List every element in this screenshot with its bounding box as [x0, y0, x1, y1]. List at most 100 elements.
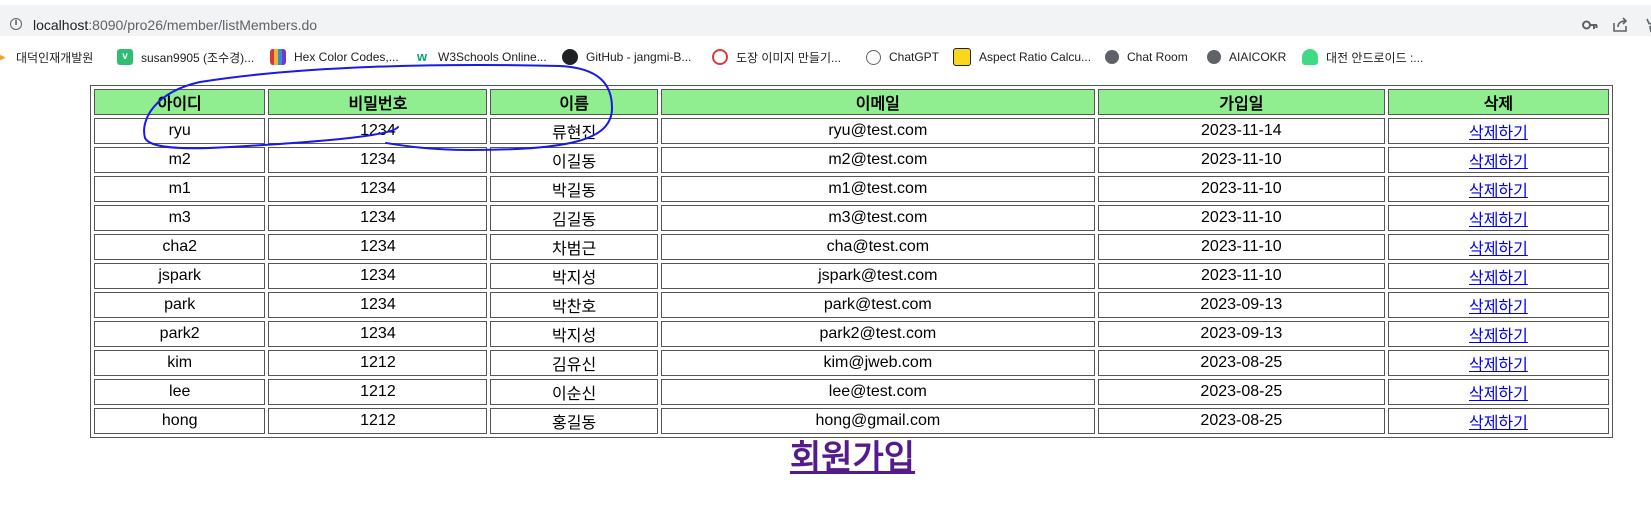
url-text[interactable]: localhost:8090/pro26/member/listMembers.… — [33, 17, 317, 33]
cell-delete: 삭제하기 — [1387, 292, 1609, 318]
cell-id: m1 — [94, 176, 266, 202]
cell-name: 김유신 — [490, 350, 658, 376]
bookmark-item[interactable]: ➤ 대덕인재개발원 — [0, 48, 93, 66]
url-pill[interactable]: i localhost:8090/pro26/member/listMember… — [0, 5, 1651, 36]
cell-id: park2 — [94, 321, 266, 347]
cell-name: 박지성 — [490, 263, 658, 289]
cell-password: 1234 — [268, 147, 488, 173]
table-row: m1 1234 박길동 m1@test.com 2023-11-10 삭제하기 — [94, 176, 1609, 202]
table-row: m3 1234 김길동 m3@test.com 2023-11-10 삭제하기 — [94, 205, 1609, 231]
table-row: lee 1212 이순신 lee@test.com 2023-08-25 삭제하… — [94, 379, 1609, 405]
color-book-icon — [270, 49, 286, 65]
bookmark-item[interactable]: ChatGPT — [866, 48, 939, 66]
cell-join-date: 2023-09-13 — [1097, 292, 1385, 318]
stamp-icon — [712, 49, 728, 65]
cell-join-date: 2023-11-10 — [1097, 234, 1385, 260]
cell-delete: 삭제하기 — [1387, 205, 1609, 231]
bookmark-item[interactable]: w W3Schools Online... — [414, 48, 547, 66]
cell-delete: 삭제하기 — [1387, 176, 1609, 202]
bookmark-star-icon[interactable] — [1640, 17, 1651, 33]
globe-icon — [1207, 50, 1221, 64]
table-row: jspark 1234 박지성 jspark@test.com 2023-11-… — [94, 263, 1609, 289]
cell-join-date: 2023-11-10 — [1097, 263, 1385, 289]
bookmark-item[interactable]: 대전 안드로이드 :... — [1302, 48, 1423, 66]
cell-email: ryu@test.com — [660, 118, 1095, 144]
bookmark-item[interactable]: v susan9905 (조수경)... — [117, 48, 254, 66]
bookmark-label: 대덕인재개발원 — [16, 50, 94, 65]
bookmarks-bar: ➤ 대덕인재개발원 v susan9905 (조수경)... Hex Color… — [0, 40, 1651, 73]
header-join-date: 가입일 — [1097, 89, 1385, 115]
table-row: park 1234 박찬호 park@test.com 2023-09-13 삭… — [94, 292, 1609, 318]
table-row: park2 1234 박지성 park2@test.com 2023-09-13… — [94, 321, 1609, 347]
delete-link[interactable]: 삭제하기 — [1469, 125, 1528, 142]
delete-link[interactable]: 삭제하기 — [1469, 357, 1528, 374]
cell-password: 1234 — [268, 176, 488, 202]
cell-name: 류현진 — [490, 118, 658, 144]
bookmark-label: 대전 안드로이드 :... — [1326, 50, 1424, 65]
delete-link[interactable]: 삭제하기 — [1469, 328, 1528, 345]
cell-id: ryu — [94, 118, 266, 144]
cell-password: 1234 — [268, 234, 488, 260]
cell-password: 1234 — [268, 292, 488, 318]
delete-link[interactable]: 삭제하기 — [1469, 212, 1528, 229]
cell-join-date: 2023-11-10 — [1097, 147, 1385, 173]
cell-name: 박지성 — [490, 321, 658, 347]
delete-link[interactable]: 삭제하기 — [1469, 241, 1528, 258]
bookmark-label: ChatGPT — [889, 50, 940, 64]
bookmark-item[interactable]: Hex Color Codes,... — [270, 48, 399, 66]
orange-flame-icon: ➤ — [0, 49, 8, 65]
bookmark-label: Aspect Ratio Calcu... — [979, 50, 1092, 64]
cell-id: m2 — [94, 147, 266, 173]
header-delete: 삭제 — [1387, 89, 1609, 115]
cell-join-date: 2023-11-10 — [1097, 176, 1385, 202]
cell-password: 1234 — [268, 263, 488, 289]
bookmark-label: 도장 이미지 만들기... — [736, 50, 841, 65]
bookmark-label: W3Schools Online... — [438, 50, 547, 64]
cell-delete: 삭제하기 — [1387, 350, 1609, 376]
header-password: 비밀번호 — [268, 89, 488, 115]
cell-delete: 삭제하기 — [1387, 147, 1609, 173]
cell-password: 1234 — [268, 321, 488, 347]
cell-email: m1@test.com — [660, 176, 1095, 202]
bookmark-label: Hex Color Codes,... — [294, 50, 399, 64]
key-icon[interactable] — [1582, 18, 1598, 32]
signup-link[interactable]: 회원가입 — [0, 430, 1651, 479]
cell-name: 박찬호 — [490, 292, 658, 318]
cell-id: cha2 — [94, 234, 266, 260]
cell-join-date: 2023-08-25 — [1097, 350, 1385, 376]
url-host: localhost — [33, 17, 89, 33]
table-row: m2 1234 이길동 m2@test.com 2023-11-10 삭제하기 — [94, 147, 1609, 173]
bookmark-item[interactable]: Aspect Ratio Calcu... — [953, 48, 1091, 66]
cell-email: cha@test.com — [660, 234, 1095, 260]
cell-id: jspark — [94, 263, 266, 289]
bookmark-item[interactable]: GitHub - jangmi-B... — [562, 48, 691, 66]
github-icon — [562, 49, 578, 65]
bookmark-item[interactable]: 도장 이미지 만들기... — [712, 48, 841, 66]
cell-id: m3 — [94, 205, 266, 231]
v-icon: v — [117, 49, 133, 65]
cell-email: m3@test.com — [660, 205, 1095, 231]
info-icon[interactable]: i — [10, 18, 22, 30]
aspect-ratio-icon — [953, 48, 971, 66]
cell-email: kim@jweb.com — [660, 350, 1095, 376]
table-row: kim 1212 김유신 kim@jweb.com 2023-08-25 삭제하… — [94, 350, 1609, 376]
cell-email: park2@test.com — [660, 321, 1095, 347]
bookmark-label: Chat Room — [1127, 50, 1188, 64]
delete-link[interactable]: 삭제하기 — [1469, 183, 1528, 200]
bookmark-item[interactable]: Chat Room — [1105, 48, 1188, 66]
address-bar: i localhost:8090/pro26/member/listMember… — [0, 0, 1651, 40]
header-id: 아이디 — [94, 89, 266, 115]
cell-password: 1234 — [268, 205, 488, 231]
bookmark-label: susan9905 (조수경)... — [141, 50, 255, 65]
cell-join-date: 2023-11-10 — [1097, 205, 1385, 231]
delete-link[interactable]: 삭제하기 — [1469, 270, 1528, 287]
share-icon[interactable] — [1612, 17, 1628, 33]
bookmark-item[interactable]: AIAICOKR — [1207, 48, 1286, 66]
delete-link[interactable]: 삭제하기 — [1469, 386, 1528, 403]
cell-name: 이순신 — [490, 379, 658, 405]
cell-join-date: 2023-11-14 — [1097, 118, 1385, 144]
delete-link[interactable]: 삭제하기 — [1469, 154, 1528, 171]
delete-link[interactable]: 삭제하기 — [1469, 299, 1528, 316]
cell-email: jspark@test.com — [660, 263, 1095, 289]
cell-delete: 삭제하기 — [1387, 234, 1609, 260]
